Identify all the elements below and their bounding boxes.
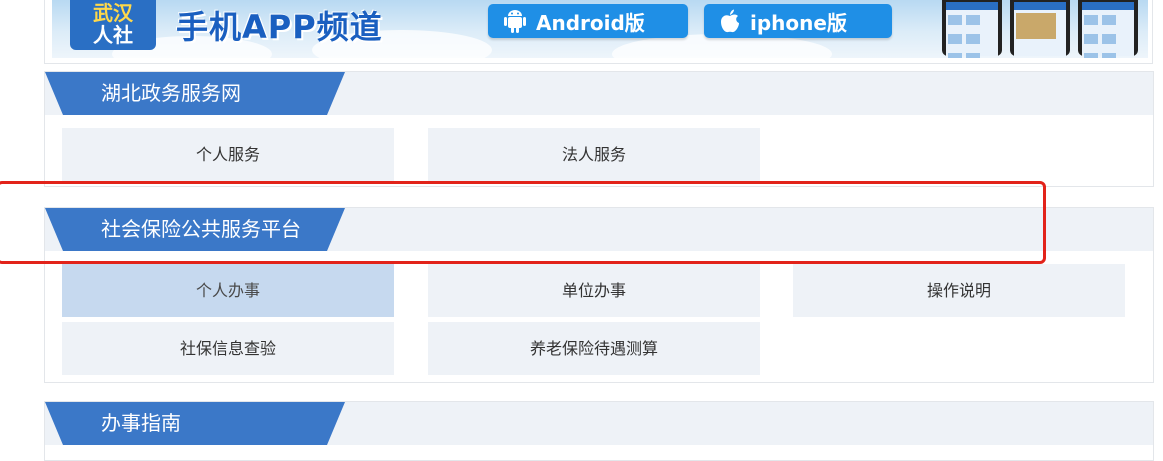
logo-text-line1: 武汉 (93, 1, 133, 25)
link-pension-calculator[interactable]: 养老保险待遇测算 (428, 322, 760, 375)
logo-text-line2: 人社 (93, 23, 133, 47)
section-social-insurance-platform: 社会保险公共服务平台 个人办事 单位办事 操作说明 社保信息查验 养老保险待遇测… (44, 207, 1154, 383)
android-icon (504, 10, 526, 33)
section-title: 社会保险公共服务平台 (101, 217, 301, 241)
section-hubei-gov-service: 湖北政务服务网 个人服务 法人服务 (44, 71, 1154, 187)
iphone-button-label: iphone版 (750, 10, 847, 35)
phone-mockup-image (1010, 0, 1070, 56)
section-title: 办事指南 (101, 411, 181, 435)
app-channel-banner-frame: 武汉 人社 手机APP频道 Android版 iphone版 (44, 0, 1153, 64)
android-download-button[interactable]: Android版 (488, 4, 688, 38)
section-title: 湖北政务服务网 (101, 81, 241, 105)
link-operation-guide[interactable]: 操作说明 (793, 264, 1125, 317)
apple-icon (721, 9, 739, 33)
link-employer-affairs[interactable]: 单位办事 (428, 264, 760, 317)
section-header: 社会保险公共服务平台 (45, 208, 1153, 251)
section-header: 办事指南 (45, 402, 1153, 445)
link-legal-entity-service[interactable]: 法人服务 (428, 128, 760, 181)
link-social-security-verification[interactable]: 社保信息查验 (62, 322, 394, 375)
app-channel-banner[interactable]: 武汉 人社 手机APP频道 Android版 iphone版 (52, 0, 1148, 58)
iphone-download-button[interactable]: iphone版 (704, 4, 892, 38)
phone-mockup-image (942, 0, 1002, 58)
section-service-guide: 办事指南 (44, 401, 1154, 461)
phone-mockup-image (1078, 0, 1138, 58)
link-personal-affairs[interactable]: 个人办事 (62, 264, 394, 317)
banner-title: 手机APP频道 (176, 8, 383, 46)
section-tab (45, 402, 345, 445)
android-button-label: Android版 (536, 10, 645, 35)
link-personal-service[interactable]: 个人服务 (62, 128, 394, 181)
wuhan-hr-logo: 武汉 人社 (70, 0, 156, 50)
section-header: 湖北政务服务网 (45, 72, 1153, 115)
